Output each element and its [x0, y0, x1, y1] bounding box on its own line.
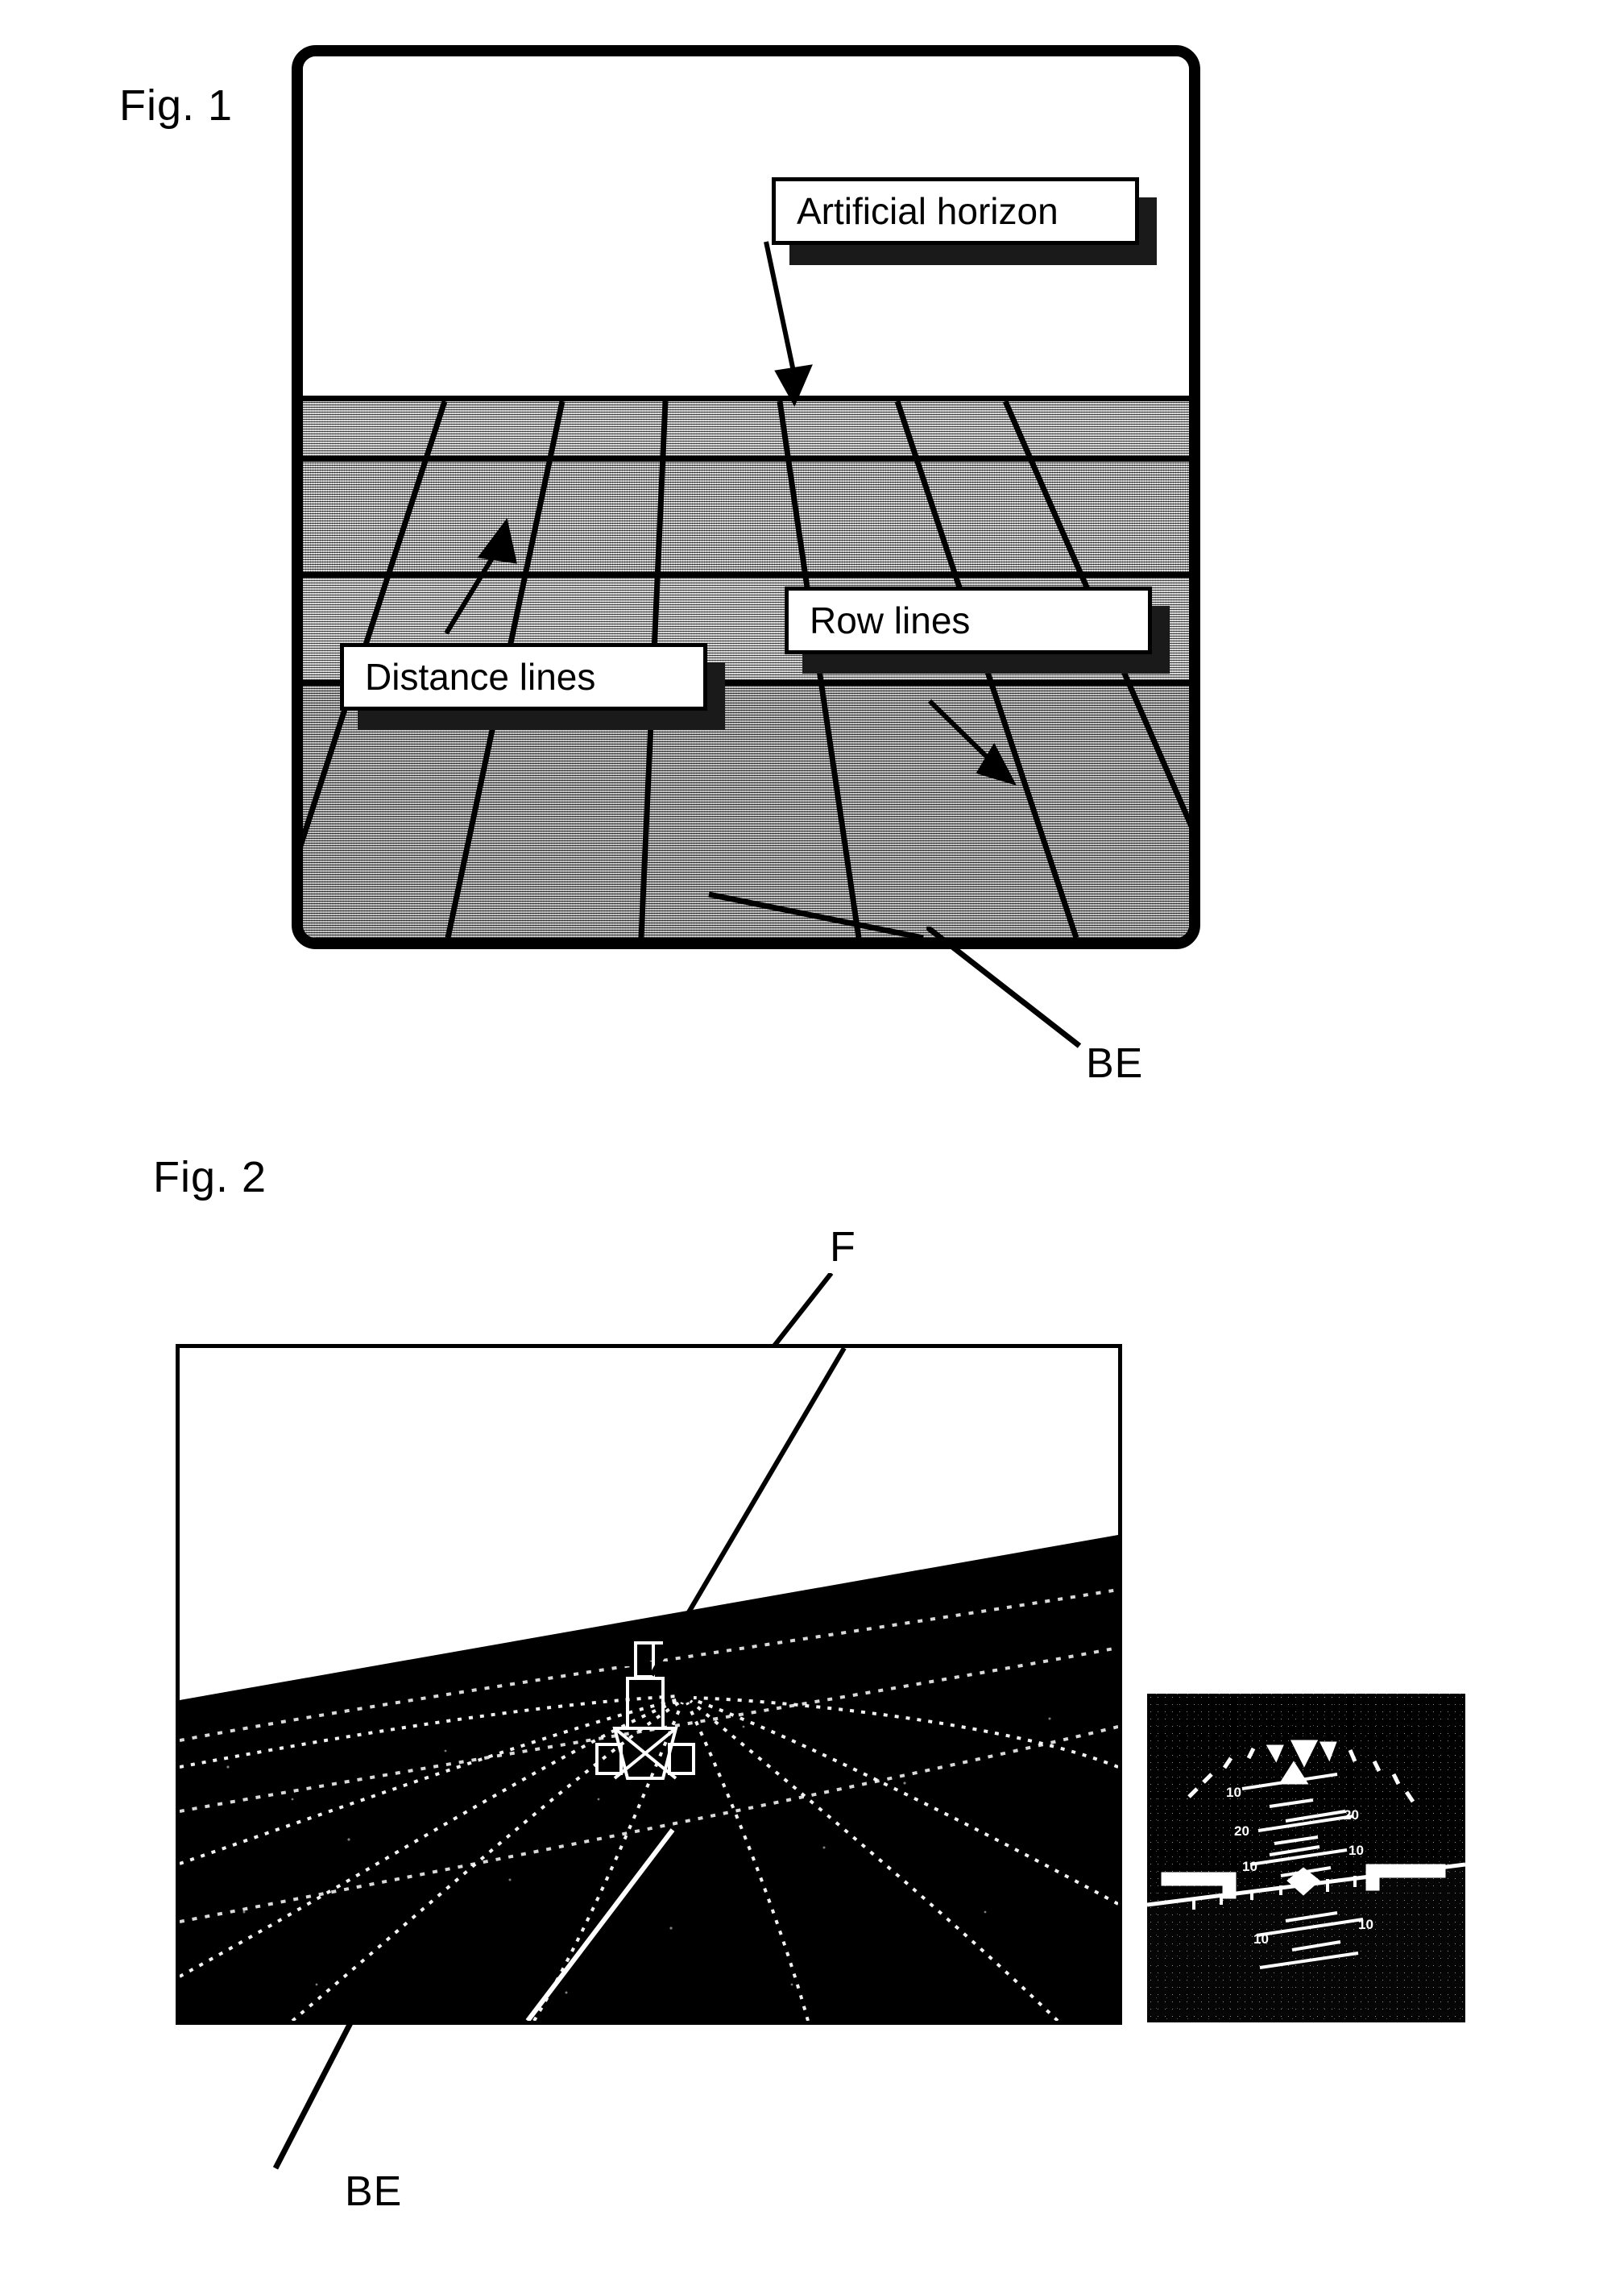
figure-1-display-panel: Artificial horizon Row lines Distance li…: [292, 45, 1200, 949]
roll-tick-10: [1404, 1790, 1415, 1803]
pitch-bar-m10: [1249, 1848, 1348, 1866]
roll-tick-4: [1246, 1747, 1256, 1760]
roll-tick-9: [1391, 1773, 1401, 1786]
roll-tick-3: [1222, 1757, 1233, 1769]
artificial-horizon-callout-label: Artificial horizon: [797, 190, 1058, 232]
pitch-label-bottom-right: 10: [1358, 1917, 1373, 1932]
roll-scale-group: [1187, 1740, 1415, 1803]
figure-2-scene: [180, 1348, 1118, 2021]
leader-distance-lines: [444, 517, 517, 635]
roll-tick-5-marker: [1266, 1744, 1284, 1763]
figure-2-be-label: BE: [345, 2168, 403, 2215]
pitch-label-upper-left: 10: [1226, 1785, 1241, 1800]
roll-tick-1: [1187, 1787, 1199, 1798]
wing-bar-right-tip: [1365, 1864, 1380, 1891]
figure-1-be-label: BE: [1086, 1040, 1144, 1087]
pitch-label-mid-right: 10: [1348, 1843, 1364, 1858]
roll-tick-6-marker: [1319, 1741, 1337, 1762]
roll-tick-2: [1202, 1773, 1213, 1784]
artificial-horizon-instrument-panel: 10 20 20 10 10 10 10: [1147, 1694, 1465, 2022]
wing-bar-left-tip: [1222, 1872, 1237, 1899]
leader-artificial-horizon: [764, 241, 813, 407]
pitch-bar-p15: [1269, 1798, 1314, 1808]
pitch-label-upper-right: 20: [1344, 1807, 1359, 1823]
row-lines-callout[interactable]: Row lines: [785, 587, 1152, 654]
row-lines-callout-label: Row lines: [810, 599, 971, 641]
roll-tick-8: [1372, 1760, 1382, 1773]
figure-2-display-panel: [176, 1344, 1122, 2025]
pitch-bar-p5: [1274, 1835, 1319, 1845]
roll-index-pointer-down: [1290, 1740, 1319, 1768]
pitch-label-mid-left: 20: [1234, 1823, 1249, 1839]
artificial-horizon-callout[interactable]: Artificial horizon: [772, 177, 1139, 245]
figure-1-caption: Fig. 1: [119, 81, 234, 130]
distance-lines-callout[interactable]: Distance lines: [340, 643, 707, 711]
roll-tick-7: [1348, 1749, 1357, 1762]
instrument-symbology: 10 20 20 10 10 10 10: [1147, 1740, 1465, 2022]
pitch-label-bottom-left: 10: [1253, 1931, 1269, 1947]
figure-2-f-label: F: [830, 1224, 856, 1271]
figure-1-be-leader: [926, 927, 1082, 1048]
figure-2-caption: Fig. 2: [153, 1153, 267, 1201]
figure-2-be-leader: [272, 2018, 356, 2170]
distance-lines-callout-label: Distance lines: [365, 656, 596, 698]
leader-be: [708, 891, 924, 938]
pitch-label-low-left: 10: [1242, 1859, 1257, 1874]
